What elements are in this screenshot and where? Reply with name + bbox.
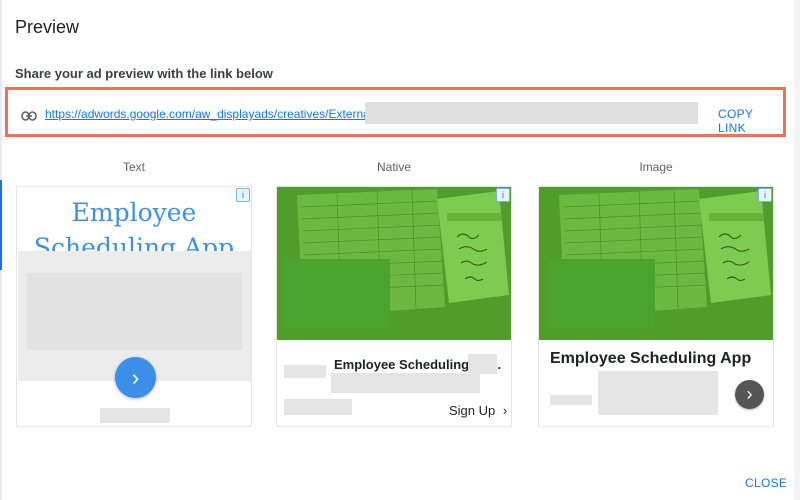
adchoices-icon[interactable]: i: [236, 188, 250, 202]
share-link-url[interactable]: https://adwords.google.com/aw_displayads…: [45, 107, 415, 121]
column-label-native: Native: [376, 160, 411, 174]
close-button[interactable]: CLOSE: [745, 476, 787, 490]
text-ad-arrow-button[interactable]: ›: [115, 357, 156, 398]
image-ad-card[interactable]: Employee Scheduling App › i: [538, 186, 774, 427]
native-ad-redacted-advertiser: [284, 365, 326, 378]
image-ad-redacted-url: [550, 395, 592, 405]
image-ad-arrow-button[interactable]: ›: [735, 380, 764, 409]
image-ad-redacted-image-area: [549, 259, 655, 329]
redacted-link-part: [365, 102, 698, 124]
native-ad-card[interactable]: Employee Scheduling App. Sign Up › i: [276, 186, 512, 427]
preview-dialog: Preview Share your ad preview with the l…: [0, 0, 800, 500]
text-ad-redacted-body: [27, 273, 242, 350]
image-ad-image: [539, 187, 773, 340]
image-ad-redacted-description: [598, 371, 718, 415]
dialog-subtitle: Share your ad preview with the link belo…: [15, 66, 273, 81]
share-link-box: https://adwords.google.com/aw_displayads…: [5, 87, 786, 137]
native-ad-redacted-tag: [468, 354, 497, 374]
native-ad-redacted-description: [331, 373, 480, 393]
signup-label: Sign Up: [449, 403, 496, 418]
adchoices-icon[interactable]: i: [758, 188, 772, 202]
text-ad-card[interactable]: Employee Scheduling App › i: [16, 186, 252, 427]
column-label-text: Text: [122, 160, 145, 174]
dialog-title: Preview: [15, 17, 80, 37]
scrollbar[interactable]: [794, 0, 800, 500]
native-ad-redacted-url: [284, 399, 352, 415]
text-ad-redacted-url: [100, 408, 170, 423]
native-ad-signup-button[interactable]: Sign Up ›: [449, 403, 507, 418]
adchoices-icon[interactable]: i: [496, 188, 510, 202]
column-label-image: Image: [639, 160, 673, 174]
copy-link-button[interactable]: COPY LINK: [718, 107, 783, 135]
left-edge: [0, 0, 2, 500]
link-icon: [21, 108, 37, 121]
image-ad-headline: Employee Scheduling App: [550, 350, 752, 367]
native-ad-redacted-image-area: [284, 259, 390, 329]
native-ad-image: [277, 187, 511, 340]
chevron-right-icon: ›: [502, 403, 508, 418]
